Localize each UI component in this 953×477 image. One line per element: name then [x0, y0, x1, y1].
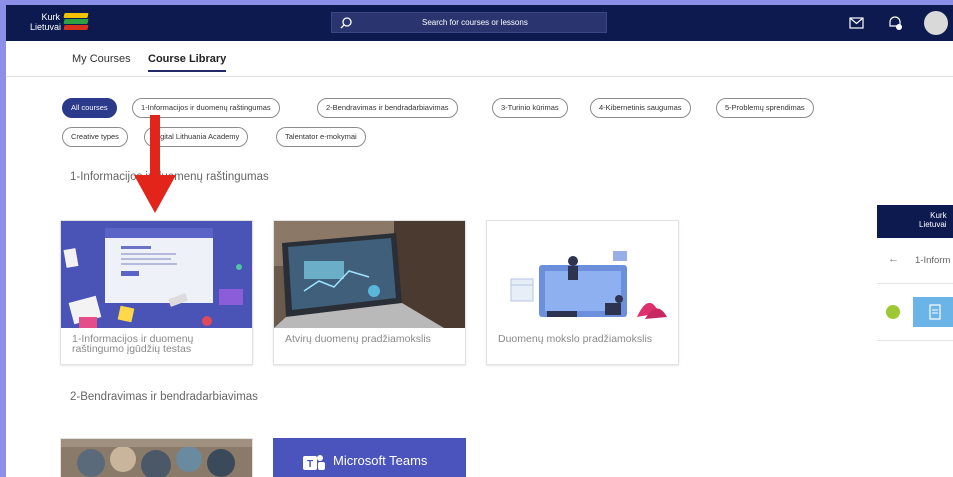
- course-card[interactable]: [60, 438, 253, 477]
- tab-my-courses[interactable]: My Courses: [72, 53, 131, 70]
- laptop-analytics-photo: [274, 221, 465, 328]
- logo-line2: Lietuvai: [30, 22, 62, 32]
- course-card[interactable]: Duomenų mokslo pradžiamokslis: [486, 220, 679, 365]
- side-panel-lesson-row[interactable]: [877, 285, 953, 341]
- tab-course-library[interactable]: Course Library: [148, 53, 227, 72]
- filter-all-courses[interactable]: All courses: [62, 98, 117, 118]
- section-title: 2-Bendravimas ir bendradarbiavimas: [70, 391, 258, 403]
- course-title: 1-Informacijos ir duomenų raštingumo įgū…: [72, 333, 194, 355]
- app-window: Kurk Lietuvai Search for courses or less…: [6, 5, 953, 477]
- test-screen-illustration: [61, 221, 252, 328]
- top-bar: Kurk Lietuvai Search for courses or less…: [6, 5, 953, 41]
- course-card[interactable]: T Microsoft Teams: [273, 438, 466, 477]
- check-icon: [886, 305, 900, 319]
- filter-chip[interactable]: 4-Kibernetinis saugumas: [590, 98, 691, 118]
- avatar[interactable]: [924, 11, 948, 35]
- course-title: Atvirų duomenų pradžiamokslis: [285, 333, 431, 345]
- course-thumbnail: [487, 221, 678, 328]
- course-card[interactable]: Atvirų duomenų pradžiamokslis: [273, 220, 466, 365]
- side-panel-header: Kurk Lietuvai: [877, 205, 953, 238]
- filter-chip[interactable]: 2-Bendravimas ir bendradarbiavimas: [317, 98, 458, 118]
- group-photo: [61, 439, 252, 477]
- data-people-illustration: [487, 221, 678, 328]
- course-title: Microsoft Teams: [333, 453, 428, 468]
- svg-text:T: T: [307, 459, 313, 470]
- filter-chip[interactable]: Talentator e-mokymai: [276, 127, 366, 147]
- document-icon: [913, 297, 953, 327]
- search-placeholder: Search for courses or lessons: [422, 18, 528, 27]
- logo[interactable]: Kurk Lietuvai: [30, 11, 94, 37]
- course-thumbnail: [61, 221, 252, 328]
- search-box[interactable]: Search for courses or lessons: [331, 12, 607, 33]
- side-panel-logo: Kurk Lietuvai: [919, 211, 947, 229]
- microsoft-teams-icon: T: [303, 455, 325, 470]
- side-panel-logo-line1: Kurk: [930, 211, 947, 220]
- course-thumbnail: [274, 221, 465, 328]
- mail-icon[interactable]: [848, 14, 866, 32]
- side-panel-breadcrumb: 1-Inform: [915, 255, 951, 266]
- notifications-icon[interactable]: [886, 14, 904, 32]
- course-title: Duomenų mokslo pradžiamokslis: [498, 333, 653, 345]
- course-card[interactable]: 1-Informacijos ir duomenų raštingumo įgū…: [60, 220, 253, 365]
- side-panel-breadcrumb-row: ← 1-Inform: [877, 238, 953, 284]
- search-icon: [340, 17, 352, 29]
- filter-chip[interactable]: Creative types: [62, 127, 128, 147]
- side-panel-logo-line2: Lietuvai: [919, 220, 947, 229]
- back-arrow-icon[interactable]: ←: [888, 253, 899, 265]
- filter-chip[interactable]: 5-Problemų sprendimas: [716, 98, 814, 118]
- logo-text: Kurk Lietuvai: [30, 12, 62, 32]
- filter-chip[interactable]: 3-Turinio kūrimas: [492, 98, 568, 118]
- logo-line1: Kurk: [41, 12, 60, 22]
- red-arrow-annotation: [134, 115, 176, 213]
- logo-stripes: [63, 13, 89, 31]
- tab-divider: [6, 76, 953, 77]
